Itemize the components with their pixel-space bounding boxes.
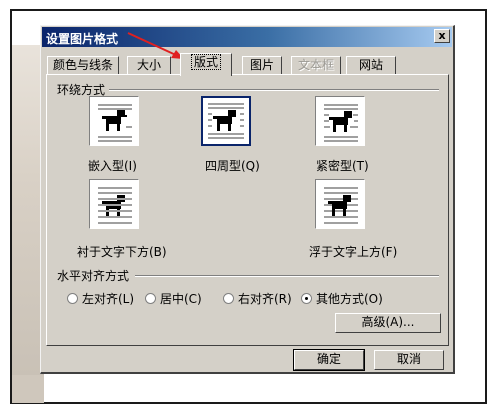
tab-layout[interactable]: 版式 <box>180 53 232 76</box>
annotation-arrow-icon <box>127 32 184 59</box>
tab-label: 版式 <box>190 54 221 70</box>
